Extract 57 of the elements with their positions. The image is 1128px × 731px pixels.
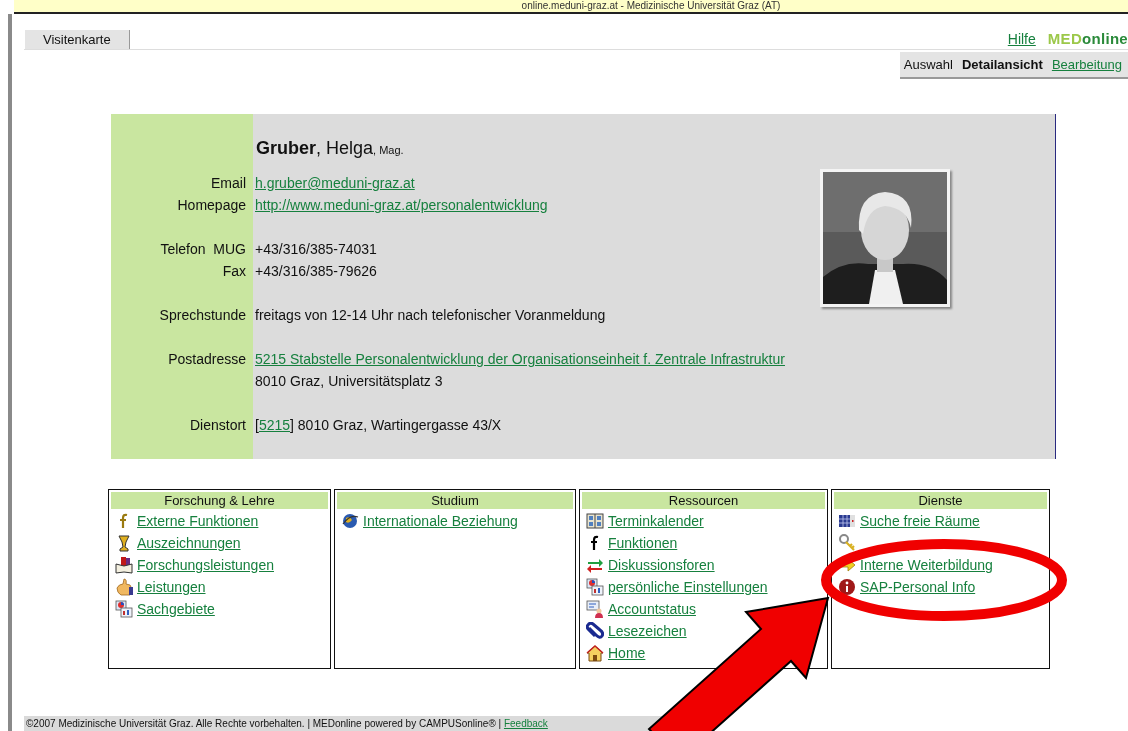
menu-link[interactable]: Funktionen (608, 535, 678, 551)
field-value: +43/316/385-74031 (255, 241, 377, 257)
menu-link[interactable]: Externe Funktionen (137, 513, 259, 529)
menu-heading: Forschung & Lehre (111, 492, 328, 509)
menu-link[interactable]: Auszeichnungen (137, 535, 241, 551)
feedback-link[interactable]: Feedback (503, 718, 548, 729)
field-label: Homepage (177, 197, 246, 213)
menu-link[interactable]: Home (608, 645, 646, 661)
field-value: [ (255, 417, 259, 433)
window-title: online.meduni-graz.at - Medizinische Universität Graz (AT) (521, 0, 781, 12)
copyright-text: ©2007 Medizinische Universität Graz. Alle Rechte vorbehalten. | MEDonline powered by CAMPUSonline® | (26, 718, 503, 729)
field-label: Fax (222, 263, 246, 279)
field-link[interactable]: h.gruber@meduni-graz.at (255, 175, 415, 191)
field-label: Sprechstunde (159, 307, 246, 323)
books-icon (115, 556, 133, 574)
field-label: Postadresse (168, 351, 246, 367)
menu-link[interactable]: SAP-Personal Info (860, 579, 976, 595)
paperclip-icon (586, 622, 604, 640)
menu-link[interactable]: Lesezeichen (608, 623, 687, 639)
trophy-icon (115, 534, 133, 552)
field-value: 8010 Graz, Universitätsplatz 3 (255, 373, 443, 389)
menu-heading: Ressourcen (582, 492, 825, 509)
globe-icon (341, 512, 359, 530)
field-link[interactable]: http://www.meduni-graz.at/personalentwicklung (255, 197, 548, 213)
user-screen-icon (586, 600, 604, 618)
field-value: +43/316/385-79626 (255, 263, 377, 279)
field-label: Email (211, 175, 246, 191)
field-link[interactable]: 5215 Stabstelle Personalentwicklung der Organisationseinheit f. Zentrale Infrastruktur (255, 351, 785, 367)
person-name: Gruber, Helga, Mag. (256, 138, 404, 158)
help-link[interactable]: Hilfe (1007, 30, 1036, 47)
menu-link[interactable]: Sachgebiete (137, 601, 215, 617)
field-value: ] 8010 Graz, Wartingergasse 43/X (290, 417, 502, 433)
menu-link[interactable]: Forschungsleistungen (137, 557, 274, 573)
menu-heading: Dienste (834, 492, 1047, 509)
menu-link[interactable]: persönliche Einstellungen (608, 579, 768, 595)
swap-arrows-icon (586, 556, 604, 574)
field-label: Dienstort (189, 417, 246, 433)
menu-link[interactable]: Terminkalender (608, 513, 704, 529)
field-label: Telefon MUG (160, 241, 246, 257)
view-tab[interactable]: Bearbeitung (1051, 57, 1122, 72)
menu-link[interactable]: Interne Weiterbildung (860, 557, 993, 573)
view-tab[interactable]: Auswahl (903, 57, 953, 72)
view-tab[interactable]: Detailansicht (961, 57, 1043, 72)
menu-heading: Studium (337, 492, 573, 509)
field-value: freitags von 12-14 Uhr nach telefonischer Voranmeldung (255, 307, 606, 323)
logo: MEDonline (1047, 30, 1128, 47)
calendar-icon (586, 512, 604, 530)
menu-link[interactable]: Diskussionsforen (608, 557, 715, 573)
charts-icon (586, 578, 604, 596)
page-tab[interactable]: Visitenkarte (25, 30, 130, 49)
menu-link[interactable]: Suche freie Räume (860, 513, 980, 529)
house-icon (586, 644, 604, 662)
menu-link[interactable]: Internationale Beziehung (363, 513, 518, 529)
thumbs-up-icon (115, 578, 133, 596)
menu-link[interactable]: Accountstatus (608, 601, 696, 617)
menu-link[interactable]: Leistungen (137, 579, 206, 595)
charts-icon (115, 600, 133, 618)
